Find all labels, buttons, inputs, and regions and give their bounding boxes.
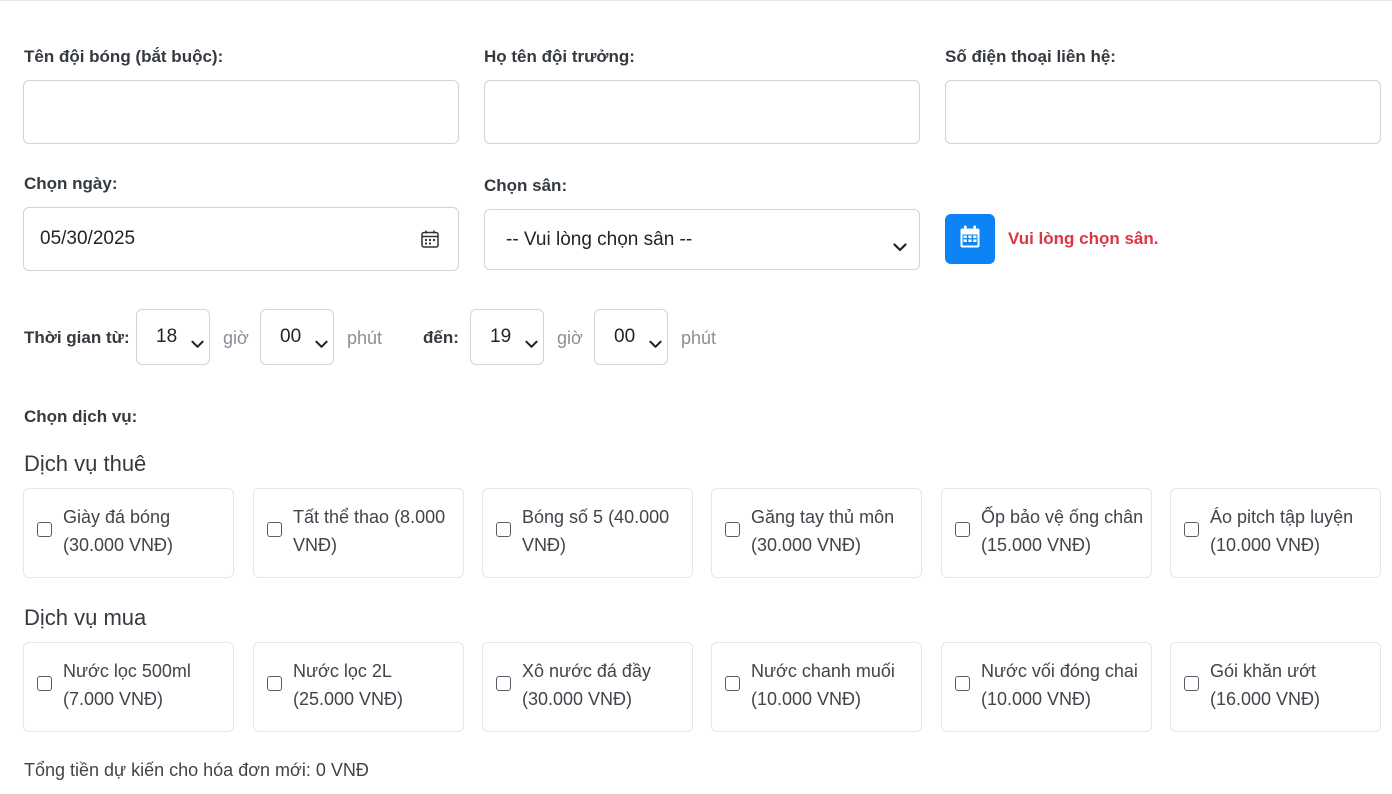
service-card[interactable]: Giày đá bóng (30.000 VNĐ) xyxy=(23,488,234,578)
buy-services-heading: Dịch vụ mua xyxy=(24,605,147,630)
service-checkbox[interactable] xyxy=(496,522,511,537)
rent-services-heading: Dịch vụ thuê xyxy=(24,451,147,476)
service-label: Giày đá bóng (30.000 VNĐ) xyxy=(63,507,174,555)
from-minute-value: 00 xyxy=(280,326,302,347)
to-hour-select[interactable]: 19 xyxy=(470,309,544,365)
captain-name-input[interactable] xyxy=(484,80,920,144)
service-card[interactable]: Bóng số 5 (40.000 VNĐ) xyxy=(482,488,693,578)
service-label: Nước lọc 500ml (7.000 VNĐ) xyxy=(63,661,191,709)
service-checkbox[interactable] xyxy=(1184,522,1199,537)
service-label: Gói khăn ướt (16.000 VNĐ) xyxy=(1210,661,1321,709)
service-checkbox[interactable] xyxy=(37,522,52,537)
from-hour-unit: giờ xyxy=(223,328,249,348)
service-label: Găng tay thủ môn (30.000 VNĐ) xyxy=(751,507,895,555)
service-card[interactable]: Nước vối đóng chai (10.000 VNĐ) xyxy=(941,642,1152,732)
field-select[interactable]: -- Vui lòng chọn sân -- xyxy=(484,209,920,270)
team-name-input[interactable] xyxy=(23,80,459,144)
date-input[interactable]: 05/30/2025 xyxy=(23,207,459,271)
calendar-button[interactable] xyxy=(945,214,995,264)
service-checkbox[interactable] xyxy=(37,676,52,691)
date-value: 05/30/2025 xyxy=(40,228,136,249)
chevron-down-icon xyxy=(191,333,204,355)
service-card[interactable]: Gói khăn ướt (16.000 VNĐ) xyxy=(1170,642,1381,732)
service-label: Nước vối đóng chai (10.000 VNĐ) xyxy=(981,661,1138,709)
service-label: Bóng số 5 (40.000 VNĐ) xyxy=(522,507,670,555)
to-minute-select[interactable]: 00 xyxy=(594,309,668,365)
chevron-down-icon xyxy=(893,236,907,258)
service-card[interactable]: Áo pitch tập luyện (10.000 VNĐ) xyxy=(1170,488,1381,578)
team-name-label: Tên đội bóng (bắt buộc): xyxy=(24,47,224,66)
from-minute-select[interactable]: 00 xyxy=(260,309,334,365)
chevron-down-icon xyxy=(315,333,328,355)
service-label: Áo pitch tập luyện (10.000 VNĐ) xyxy=(1210,507,1354,555)
chevron-down-icon xyxy=(649,333,662,355)
services-label: Chọn dịch vụ: xyxy=(24,407,138,426)
service-label: Nước chanh muối (10.000 VNĐ) xyxy=(751,661,895,709)
time-to-label: đến: xyxy=(423,328,459,347)
service-label: Ốp bảo vệ ống chân (15.000 VNĐ) xyxy=(981,507,1144,555)
from-minute-unit: phút xyxy=(347,328,383,348)
service-checkbox[interactable] xyxy=(955,522,970,537)
field-error-message: Vui lòng chọn sân. xyxy=(1008,229,1159,248)
service-label: Xô nước đá đầy (30.000 VNĐ) xyxy=(522,661,651,709)
phone-input[interactable] xyxy=(945,80,1381,144)
service-card[interactable]: Nước lọc 500ml (7.000 VNĐ) xyxy=(23,642,234,732)
service-checkbox[interactable] xyxy=(1184,676,1199,691)
service-card[interactable]: Ốp bảo vệ ống chân (15.000 VNĐ) xyxy=(941,488,1152,578)
service-card[interactable]: Găng tay thủ môn (30.000 VNĐ) xyxy=(711,488,922,578)
field-label: Chọn sân: xyxy=(484,176,568,195)
calendar-picker-icon[interactable] xyxy=(420,229,440,255)
service-label: Tất thể thao (8.000 VNĐ) xyxy=(293,507,446,555)
chevron-down-icon xyxy=(525,333,538,355)
service-checkbox[interactable] xyxy=(725,522,740,537)
phone-label: Số điện thoại liên hệ: xyxy=(945,47,1116,66)
top-divider xyxy=(0,0,1392,1)
to-hour-value: 19 xyxy=(490,326,512,347)
time-from-label: Thời gian từ: xyxy=(24,328,130,347)
service-checkbox[interactable] xyxy=(955,676,970,691)
to-hour-unit: giờ xyxy=(557,328,583,348)
calendar-icon xyxy=(959,225,981,254)
service-card[interactable]: Nước lọc 2L (25.000 VNĐ) xyxy=(253,642,464,732)
service-checkbox[interactable] xyxy=(267,522,282,537)
service-card[interactable]: Xô nước đá đầy (30.000 VNĐ) xyxy=(482,642,693,732)
service-checkbox[interactable] xyxy=(267,676,282,691)
estimated-total: Tổng tiền dự kiến cho hóa đơn mới: 0 VNĐ xyxy=(24,760,369,780)
from-hour-value: 18 xyxy=(156,326,178,347)
service-checkbox[interactable] xyxy=(725,676,740,691)
date-label: Chọn ngày: xyxy=(24,174,118,193)
from-hour-select[interactable]: 18 xyxy=(136,309,210,365)
to-minute-value: 00 xyxy=(614,326,636,347)
service-checkbox[interactable] xyxy=(496,676,511,691)
field-select-value: -- Vui lòng chọn sân -- xyxy=(506,228,693,250)
captain-name-label: Họ tên đội trưởng: xyxy=(484,47,635,66)
service-card[interactable]: Tất thể thao (8.000 VNĐ) xyxy=(253,488,464,578)
service-label: Nước lọc 2L (25.000 VNĐ) xyxy=(293,661,404,709)
service-card[interactable]: Nước chanh muối (10.000 VNĐ) xyxy=(711,642,922,732)
to-minute-unit: phút xyxy=(681,328,717,348)
